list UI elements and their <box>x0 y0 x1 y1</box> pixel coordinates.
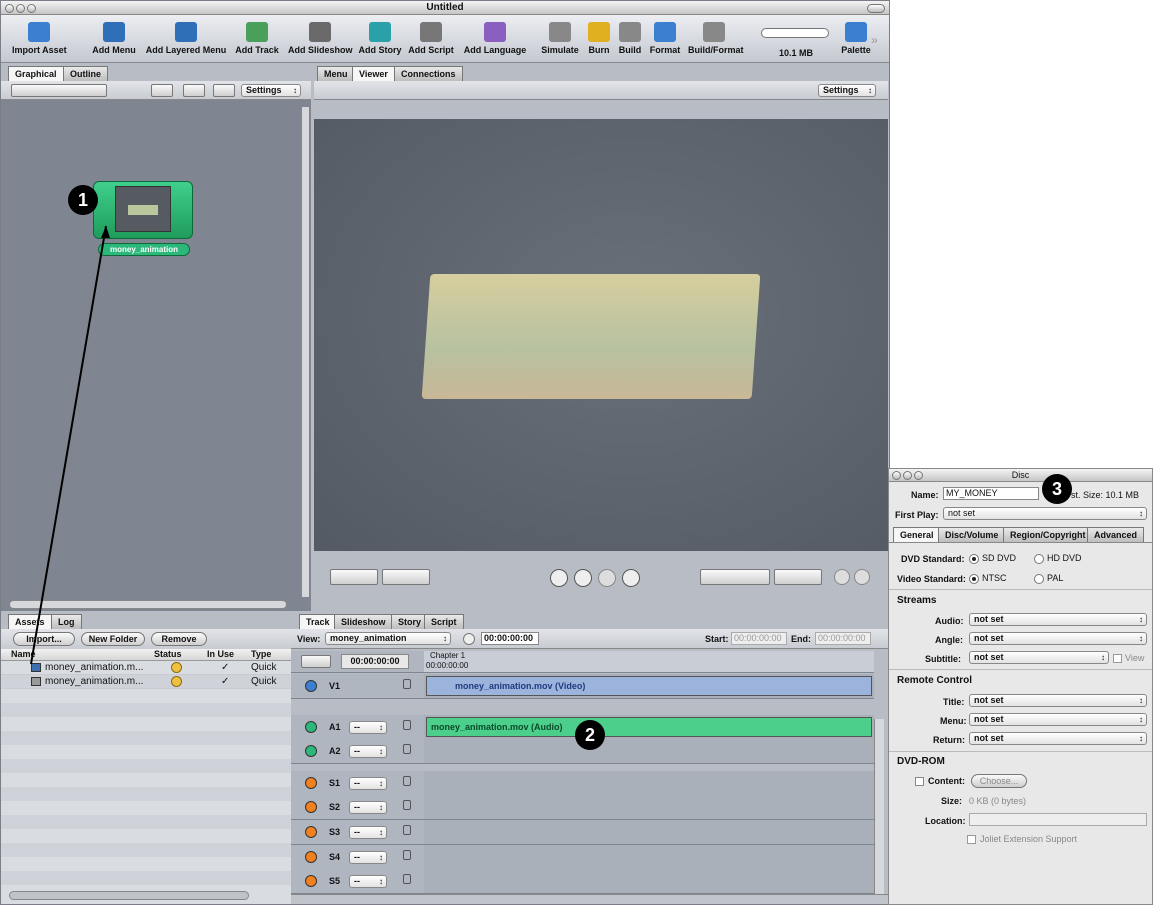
menu-popup[interactable]: not set <box>969 713 1147 726</box>
audio-label: Audio: <box>935 616 964 626</box>
dvd-rom-heading: DVD-ROM <box>897 756 945 767</box>
return-label: Return: <box>933 735 965 745</box>
menu-label: Menu: <box>940 716 967 726</box>
dvd-standard-label: DVD Standard: <box>901 554 965 564</box>
content-checkbox[interactable]: Content: <box>915 776 965 787</box>
sd-dvd-radio[interactable]: SD DVD <box>969 553 1016 564</box>
disc-name-label: Name: <box>911 490 939 500</box>
angle-label: Angle: <box>935 635 963 645</box>
disc-inspector: Disc Name: MY_MONEY st. Size: 10.1 MB Fi… <box>888 468 1153 905</box>
disc-title: Disc <box>889 469 1152 482</box>
size-value: 0 KB (0 bytes) <box>969 796 1027 806</box>
drag-arrow <box>30 225 110 665</box>
est-size: st. Size: 10.1 MB <box>1071 490 1140 500</box>
callout-3: 3 <box>1042 474 1072 504</box>
location-field[interactable] <box>969 813 1147 826</box>
disc-tab-disc-volume[interactable]: Disc/Volume <box>938 527 1006 542</box>
disc-minimize-button[interactable] <box>903 471 912 480</box>
ntsc-radio[interactable]: NTSC <box>969 573 1007 584</box>
subtitle-view-checkbox[interactable]: View <box>1113 653 1144 664</box>
joliet-checkbox[interactable]: Joliet Extension Support <box>967 834 1077 845</box>
video-standard-label: Video Standard: <box>897 574 966 584</box>
first-play-label: First Play: <box>895 510 939 520</box>
location-label: Location: <box>925 816 966 826</box>
first-play-popup[interactable]: not set <box>943 507 1147 520</box>
angle-popup[interactable]: not set <box>969 632 1147 645</box>
hd-dvd-radio[interactable]: HD DVD <box>1034 553 1082 564</box>
subtitle-label: Subtitle: <box>925 654 961 664</box>
disc-name-field[interactable]: MY_MONEY <box>943 487 1039 500</box>
callout-1: 1 <box>68 185 98 215</box>
subtitle-popup[interactable]: not set <box>969 651 1109 664</box>
size-label: Size: <box>941 796 963 806</box>
pal-radio[interactable]: PAL <box>1034 573 1063 584</box>
callout-2: 2 <box>575 720 605 750</box>
streams-heading: Streams <box>897 595 937 606</box>
disc-tab-general[interactable]: General <box>893 527 941 542</box>
title-popup[interactable]: not set <box>969 694 1147 707</box>
disc-tab-advanced[interactable]: Advanced <box>1087 527 1145 542</box>
title-label: Title: <box>943 697 965 707</box>
disc-zoom-button[interactable] <box>914 471 923 480</box>
return-popup[interactable]: not set <box>969 732 1147 745</box>
disc-close-button[interactable] <box>892 471 901 480</box>
remote-control-heading: Remote Control <box>897 675 972 686</box>
disc-tab-region-copyright[interactable]: Region/Copyright <box>1003 527 1093 542</box>
choose-button[interactable]: Choose... <box>971 774 1027 788</box>
audio-popup[interactable]: not set <box>969 613 1147 626</box>
